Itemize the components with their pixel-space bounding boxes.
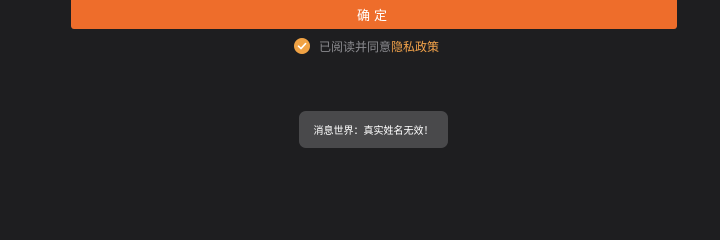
confirm-button[interactable]: 确定 [71,0,677,29]
check-circle-icon[interactable] [294,38,310,54]
agreement-text: 已阅读并同意 [319,39,392,54]
toast-message: 消息世界：真实姓名无效！ [299,111,448,148]
checkmark-icon [297,42,307,50]
privacy-agreement-row: 已阅读并同意 隐私政策 [294,37,439,55]
privacy-policy-link[interactable]: 隐私政策 [391,38,439,55]
